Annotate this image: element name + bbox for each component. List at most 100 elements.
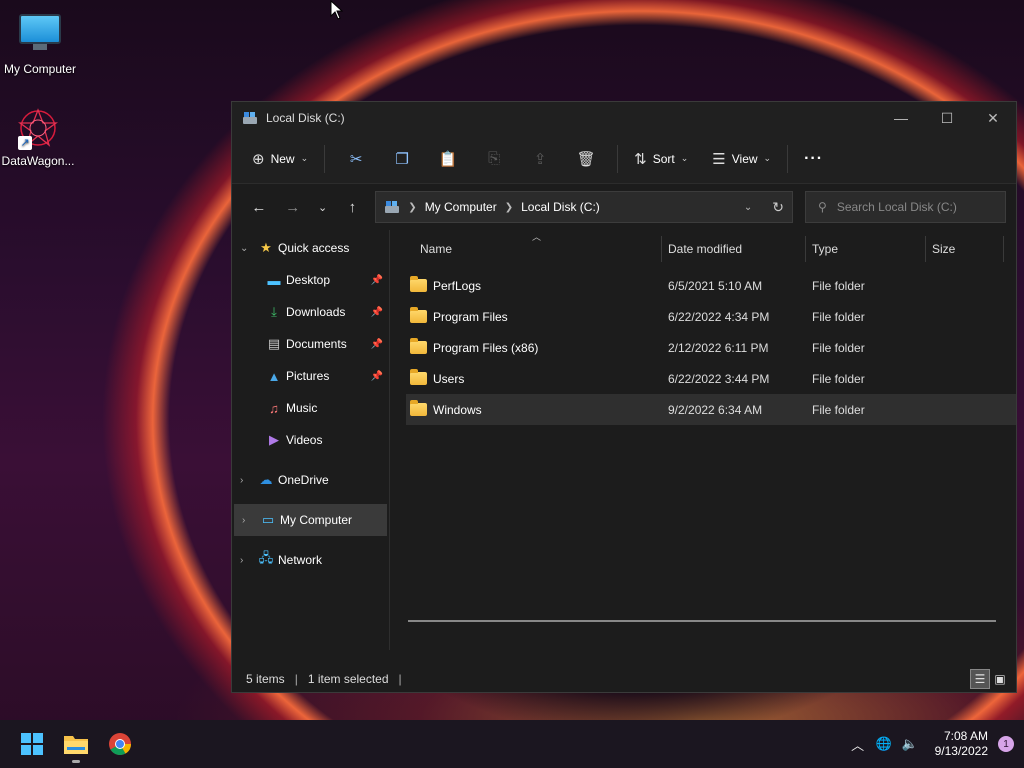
- scissors-icon: ✂: [349, 150, 363, 168]
- file-name-cell: Program Files: [406, 306, 662, 324]
- network-icon: 🖧: [258, 550, 274, 565]
- folder-icon: [410, 275, 427, 292]
- desktop-icon-my-computer[interactable]: My Computer: [0, 8, 80, 76]
- rename-button[interactable]: ⎘: [471, 143, 517, 175]
- details-view-button[interactable]: ☰: [970, 669, 990, 689]
- nav-label: Videos: [286, 433, 323, 447]
- breadcrumb-my-computer[interactable]: My Computer: [425, 200, 497, 214]
- monitor-icon: ▭: [261, 512, 275, 527]
- table-row[interactable]: Windows 9/2/2022 6:34 AM File folder: [406, 394, 1016, 425]
- table-row[interactable]: Program Files (x86) 2/12/2022 6:11 PM File…: [406, 332, 1016, 363]
- taskbar-file-explorer[interactable]: [54, 724, 98, 764]
- search-box[interactable]: ⚲ Search Local Disk (C:): [805, 191, 1007, 223]
- cut-button[interactable]: ✂: [333, 143, 379, 175]
- file-type: File folder: [812, 340, 865, 355]
- chevron-down-icon: ⌄: [680, 153, 689, 163]
- title-bar[interactable]: Local Disk (C:) — ☐ ✕: [232, 102, 1016, 134]
- tiles-view-button[interactable]: ▣: [990, 669, 1010, 689]
- shortcut-arrow-icon: ↗: [18, 136, 32, 150]
- desktop-icon-datawagon[interactable]: ↗ DataWagon...: [0, 106, 78, 168]
- pin-icon: 📌: [370, 370, 383, 382]
- speaker-icon[interactable]: 🔈: [897, 736, 923, 752]
- chevron-down-icon: ⌄: [300, 153, 309, 163]
- copy-button[interactable]: ❐: [379, 143, 425, 175]
- up-button[interactable]: ↑: [335, 199, 369, 216]
- windows-logo-icon: [21, 733, 43, 755]
- file-type: File folder: [812, 278, 865, 293]
- share-button[interactable]: ⇪: [517, 143, 563, 175]
- nav-downloads[interactable]: ⤓ Downloads 📌: [232, 296, 389, 328]
- tiles-view-icon: ▣: [994, 672, 1006, 686]
- column-type[interactable]: Type: [806, 236, 926, 262]
- address-bar[interactable]: ❯ My Computer ❯ Local Disk (C:) ⌄ ↻: [375, 191, 794, 223]
- file-date: 6/22/2022 3:44 PM: [668, 371, 770, 386]
- back-button[interactable]: ←: [242, 199, 276, 216]
- table-row[interactable]: Program Files 6/22/2022 4:34 PM File folde…: [406, 301, 1016, 332]
- chevron-right-icon: ❯: [408, 201, 417, 213]
- table-row[interactable]: PerfLogs 6/5/2021 5:10 AM File folder: [406, 270, 1016, 301]
- nav-onedrive[interactable]: › ☁ OneDrive: [232, 464, 389, 496]
- view-lines-icon: ☰: [712, 150, 726, 168]
- rename-icon: ⎘: [488, 150, 501, 167]
- delete-button[interactable]: 🗑: [563, 143, 609, 175]
- more-options-button[interactable]: ···: [796, 143, 831, 175]
- command-bar: ⊕ New ⌄ ✂ ❐ 📋 ⎘ ⇪ 🗑 ⇅ Sort ⌄ ☰ View ⌄ ··…: [232, 134, 1016, 184]
- desktop-icon-label: My Computer: [3, 62, 77, 76]
- breadcrumb-local-disk[interactable]: Local Disk (C:): [521, 200, 600, 214]
- datawagon-logo-icon: ↗: [16, 106, 60, 150]
- nav-pictures[interactable]: ▲ Pictures 📌: [232, 360, 389, 392]
- cloud-icon: ☁: [259, 472, 273, 487]
- nav-my-computer[interactable]: › ▭ My Computer: [234, 504, 387, 536]
- recent-locations-button[interactable]: ⌄: [310, 201, 336, 214]
- nav-label: Quick access: [278, 241, 350, 255]
- nav-network[interactable]: › 🖧 Network: [232, 544, 389, 576]
- sort-label: Sort: [652, 151, 675, 166]
- folder-icon: [410, 337, 427, 354]
- status-bar: 5 items | 1 item selected | ☰ ▣: [232, 666, 1016, 692]
- clipboard-icon: 📋: [438, 150, 458, 168]
- column-date-modified[interactable]: Date modified: [662, 236, 806, 262]
- file-name: Program Files (x86): [433, 340, 539, 355]
- view-label: View: [731, 151, 758, 166]
- file-list: ︿ Name Date modified Type Size PerfLogs 6…: [390, 230, 1016, 650]
- drive-icon: [385, 201, 400, 213]
- close-button[interactable]: ✕: [970, 102, 1016, 134]
- forward-button[interactable]: →: [276, 199, 310, 216]
- column-size[interactable]: Size: [926, 236, 1004, 262]
- nav-label: Documents: [286, 337, 347, 351]
- view-button[interactable]: ☰ View ⌄: [704, 143, 779, 175]
- share-icon: ⇪: [533, 150, 547, 168]
- new-button[interactable]: ⊕ New ⌄: [244, 143, 316, 175]
- nav-documents[interactable]: ▤ Documents 📌: [232, 328, 389, 360]
- pin-icon: 📌: [370, 274, 383, 286]
- file-name: Program Files: [433, 309, 508, 324]
- nav-videos[interactable]: ▶ Videos: [232, 424, 389, 456]
- nav-desktop[interactable]: ▬ Desktop 📌: [232, 264, 389, 296]
- sort-button[interactable]: ⇅ Sort ⌄: [626, 143, 696, 175]
- paste-button[interactable]: 📋: [425, 143, 471, 175]
- folder-icon: [410, 306, 427, 323]
- table-row[interactable]: Users 6/22/2022 3:44 PM File folder: [406, 363, 1016, 394]
- chevron-right-icon: ›: [240, 554, 244, 566]
- minimize-button[interactable]: —: [878, 102, 924, 134]
- file-type: File folder: [812, 402, 865, 417]
- maximize-button[interactable]: ☐: [924, 102, 970, 134]
- horizontal-scrollbar[interactable]: [408, 620, 996, 622]
- selection-count: 1 item selected: [307, 672, 389, 686]
- folder-icon: [64, 736, 88, 754]
- pin-icon: 📌: [370, 306, 383, 318]
- window-title: Local Disk (C:): [266, 111, 345, 125]
- globe-network-icon[interactable]: 🌐: [871, 736, 897, 752]
- nav-music[interactable]: ♫ Music: [232, 392, 389, 424]
- chevron-up-icon[interactable]: ︿: [845, 735, 871, 754]
- details-view-icon: ☰: [974, 672, 986, 686]
- nav-quick-access[interactable]: ⌄ ★ Quick access: [232, 232, 389, 264]
- taskbar-chrome[interactable]: [98, 724, 142, 764]
- clock[interactable]: 7:08 AM 9/13/2022: [935, 729, 988, 759]
- address-dropdown-icon[interactable]: ⌄: [744, 202, 752, 213]
- start-button[interactable]: [10, 724, 54, 764]
- refresh-icon[interactable]: ↻: [772, 199, 784, 216]
- notification-badge[interactable]: 1: [998, 736, 1014, 752]
- file-date: 6/22/2022 4:34 PM: [668, 309, 770, 324]
- clock-time: 7:08 AM: [943, 729, 988, 743]
